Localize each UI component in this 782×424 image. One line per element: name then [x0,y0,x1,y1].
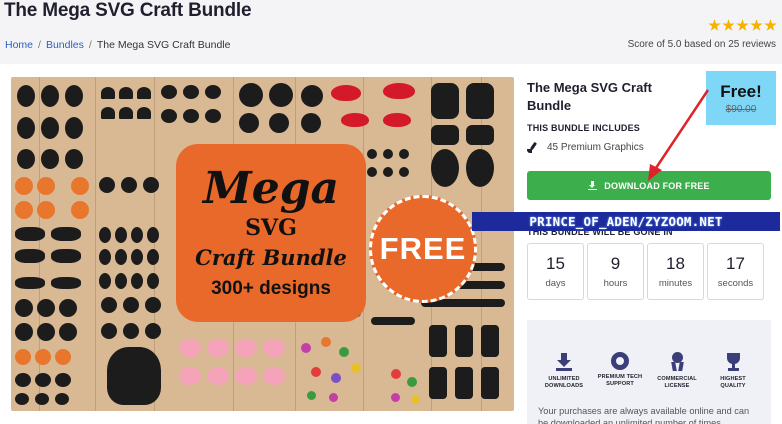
countdown-hours: 9 hours [587,243,644,300]
countdown-unit: days [545,278,566,289]
star-icon [750,19,763,31]
feature-label: UNLIMITED DOWNLOADS [544,376,584,389]
countdown-value: 17 [726,254,745,273]
award-icon [667,352,687,372]
sidebar-title: The Mega SVG Craft Bundle [527,80,652,113]
breadcrumb-separator: / [88,39,92,51]
feature-label: HIGHEST QUALITY [720,376,746,389]
lifebuoy-icon [611,352,629,370]
countdown-unit: minutes [658,278,693,289]
countdown-minutes: 18 minutes [647,243,704,300]
countdown-value: 9 [610,254,621,273]
purchase-note: Your purchases are always available onli… [538,406,750,424]
feature-label: PREMIUM TECH SUPPORT [597,374,643,387]
countdown-seconds: 17 seconds [707,243,764,300]
review-score: Score of 5.0 based on 25 reviews [627,39,776,50]
hero-designs-text: 300+ designs [211,277,331,299]
star-icon [722,19,735,31]
feature-tech-support: PREMIUM TECH SUPPORT [594,352,646,388]
breadcrumb-separator: / [38,39,41,51]
feature-highest-quality: HIGHEST QUALITY [707,352,759,390]
trophy-icon [723,352,743,372]
includes-label: THIS BUNDLE INCLUDES [527,123,641,133]
old-price: $90.00 [725,103,757,115]
price-box: Free! $90.00 [706,71,776,125]
countdown-unit: hours [603,278,628,289]
watermark-banner: PRINCE_OF_ADEN/ZYZOOM.NET [472,212,780,231]
countdown-value: 18 [666,254,685,273]
brush-icon [527,142,538,153]
countdown-days: 15 days [527,243,584,300]
breadcrumb-home[interactable]: Home [5,39,33,51]
hero-craft-text: Craft Bundle [195,244,347,270]
product-image[interactable]: Mega SVG Craft Bundle 300+ designs FREE [11,77,514,411]
graphics-count-text: 45 Premium Graphics [547,142,644,153]
product-main: Mega SVG Craft Bundle 300+ designs FREE … [0,64,782,424]
feature-commercial-license: COMMERCIAL LICENSE [651,352,703,390]
breadcrumb-current: The Mega SVG Craft Bundle [96,39,231,51]
breadcrumb: Home / Bundles / The Mega SVG Craft Bund… [5,39,230,51]
star-icon [736,19,749,31]
feature-label: COMMERCIAL LICENSE [657,376,697,389]
countdown-value: 15 [546,254,565,273]
page-title: The Mega SVG Craft Bundle [4,0,252,21]
page-header: The Mega SVG Craft Bundle Home / Bundles… [0,0,782,64]
download-button-label: DOWNLOAD FOR FREE [604,180,710,191]
rating-stars [708,19,777,32]
hero-free-text: FREE [379,231,467,266]
hero-free-badge: FREE [369,195,477,303]
download-icon [554,352,574,372]
feature-unlimited-downloads: UNLIMITED DOWNLOADS [538,352,590,390]
hero-svg-text: SVG [245,214,297,241]
download-button[interactable]: DOWNLOAD FOR FREE [527,171,771,200]
features-panel: UNLIMITED DOWNLOADS PREMIUM TECH SUPPORT C… [527,320,771,424]
star-icon [708,19,721,31]
star-icon [764,19,777,31]
countdown-unit: seconds [717,278,754,289]
download-icon [588,181,598,190]
graphics-count: 45 Premium Graphics [527,142,644,153]
hero-mega-text: Mega [203,162,339,214]
hero-title-tile: Mega SVG Craft Bundle 300+ designs [176,144,366,322]
breadcrumb-bundles[interactable]: Bundles [46,39,84,51]
price-label: Free! [720,81,762,101]
